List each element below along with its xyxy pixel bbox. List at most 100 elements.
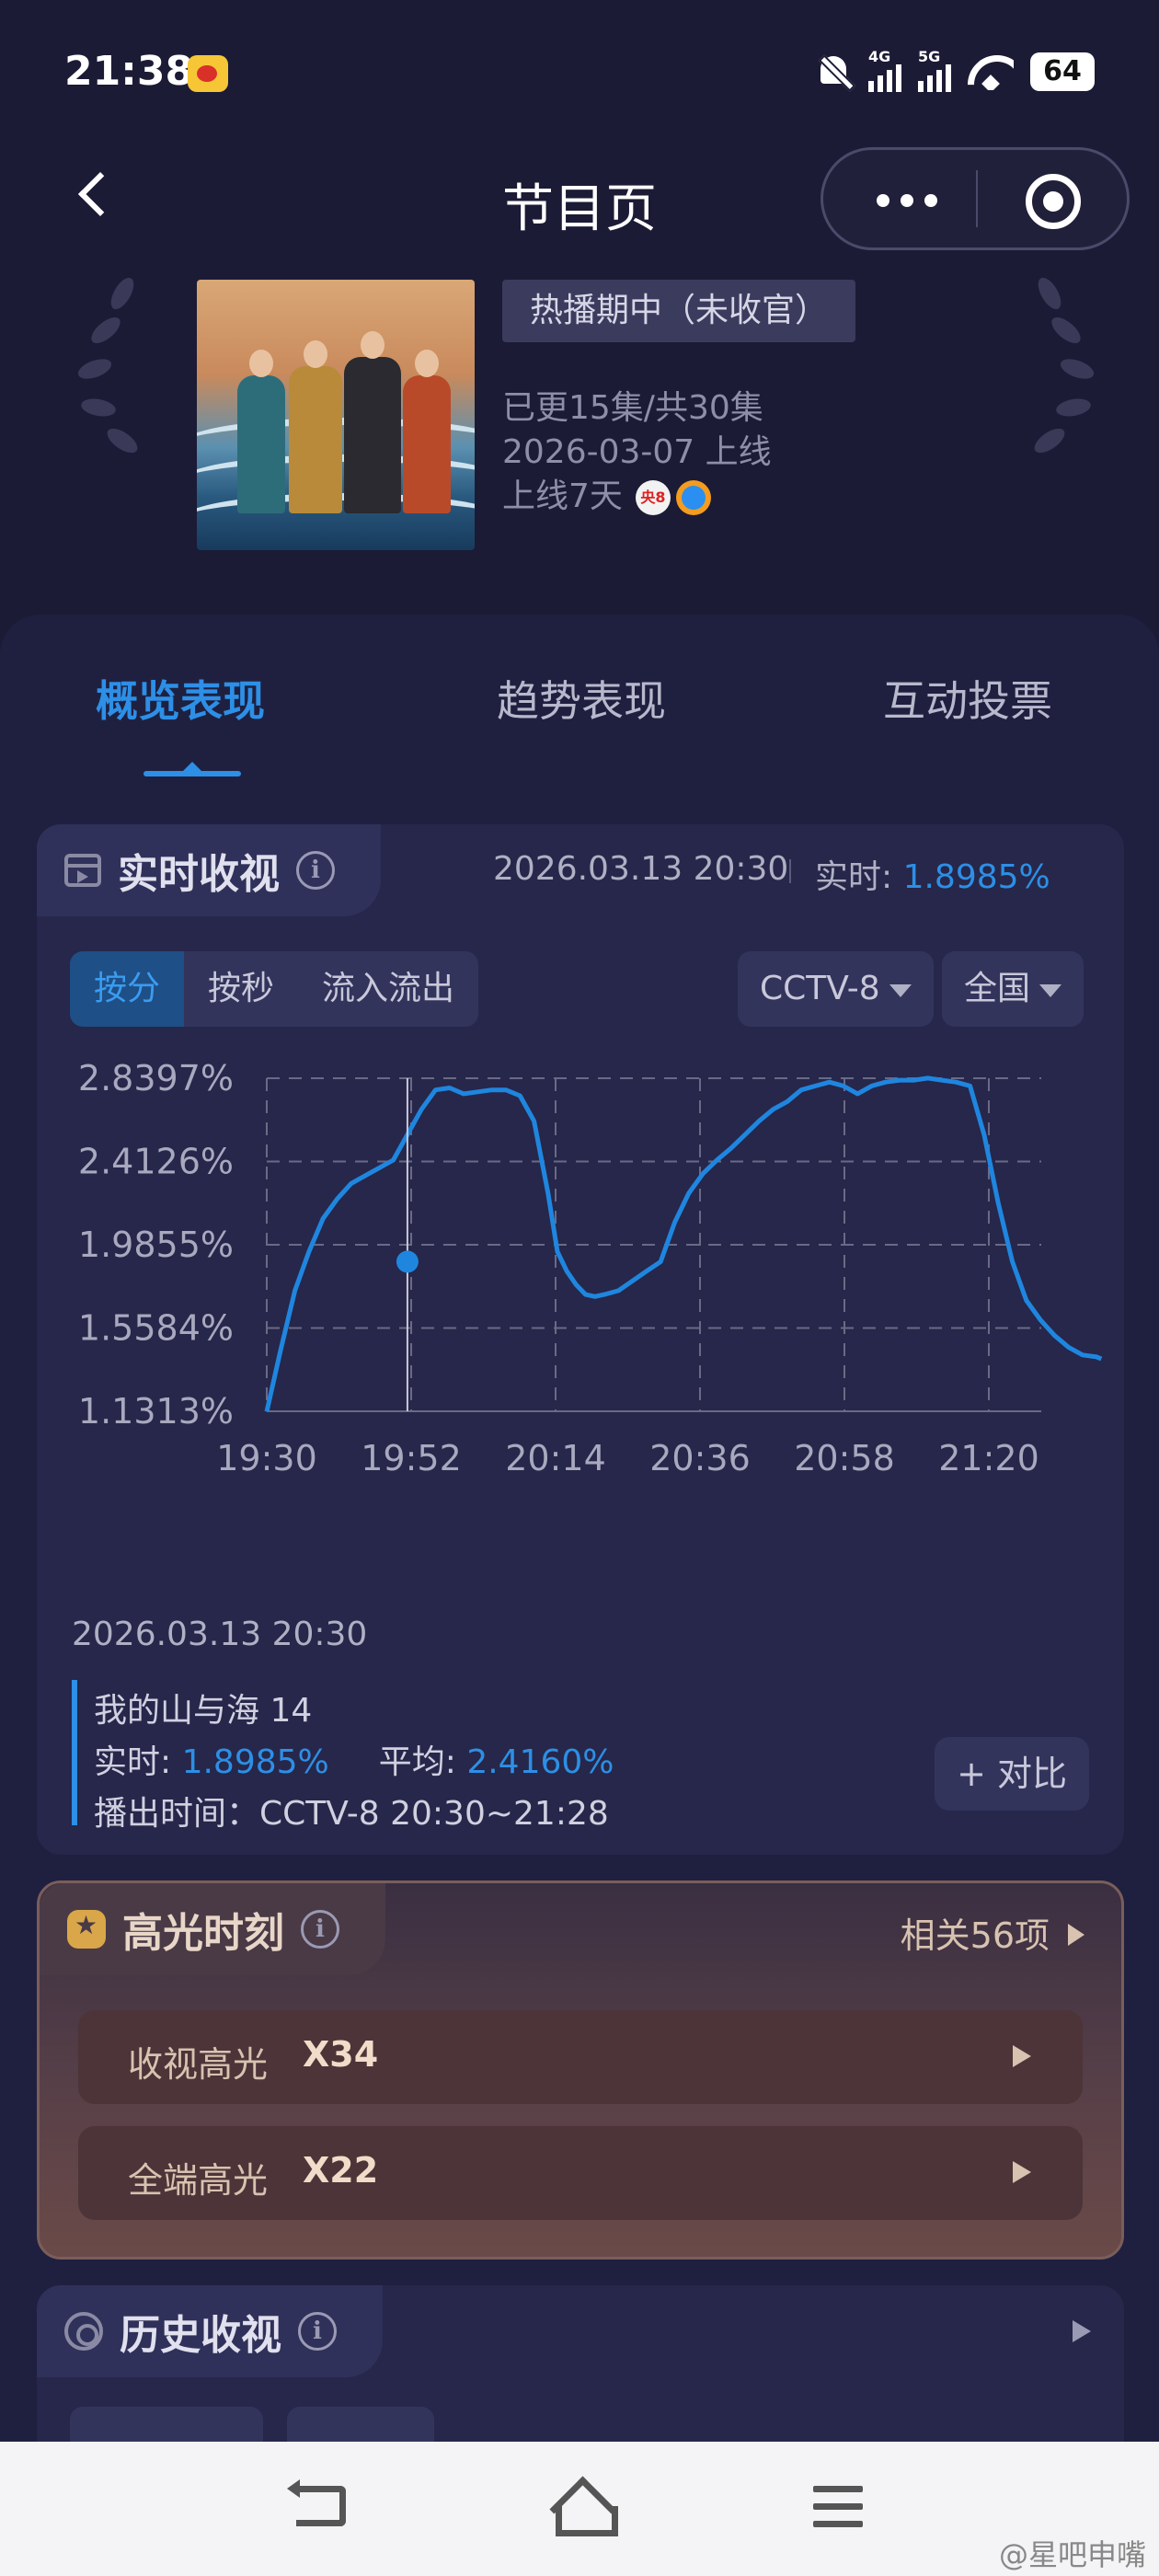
highlight-value: X34	[303, 2034, 379, 2075]
channel-dropdown-label: CCTV-8	[760, 970, 880, 1007]
channel-dropdown[interactable]: CCTV-8	[738, 951, 934, 1027]
battery-icon: 64	[1030, 52, 1095, 91]
bell-muted-icon	[815, 52, 852, 91]
system-back-icon[interactable]	[287, 2479, 346, 2526]
realtime-current-label: 实时:	[815, 858, 903, 896]
nav-bar: 节目页	[0, 147, 1159, 258]
chart-svg: 2.8397% 2.4126% 1.9855% 1.5584% 1.1313% 19:30…	[78, 1058, 1103, 1478]
realtime-chart[interactable]: 2.8397% 2.4126% 1.9855% 1.5584% 1.1313% 19:30…	[37, 1045, 1124, 1542]
mode-segment: 按分 按秒 流入流出	[70, 951, 479, 1027]
highlight-row-ratings[interactable]: 收视高光 X34	[78, 2010, 1083, 2104]
signal-4g-icon: 4G	[868, 48, 901, 92]
realtime-card: 实时收视 i 2026.03.13 20:30 实时: 1.8985% 按分 按…	[37, 824, 1124, 1855]
film-icon	[64, 854, 101, 887]
highlights-more-label: 相关56项	[900, 1915, 1050, 1956]
highlights-more[interactable]: 相关56项	[901, 1907, 1084, 1958]
caret-down-icon	[1039, 984, 1062, 997]
mode-by-minute[interactable]: 按分	[70, 951, 185, 1027]
miniapp-capsule	[820, 147, 1130, 250]
realtime-current-value: 1.8985%	[902, 858, 1050, 896]
tab-overview[interactable]: 概览表现	[96, 668, 265, 729]
detail-now-value: 1.8985%	[181, 1743, 329, 1781]
signal-5g-icon: 5G	[918, 48, 951, 92]
watermark: @星吧申嘴	[998, 2537, 1146, 2572]
content-panel: 概览表现 趋势表现 互动投票 实时收视 i 2026.03.13 20:30 实…	[0, 615, 1159, 2576]
y-tick-label: 2.8397%	[78, 1058, 234, 1098]
x-tick-label: 21:20	[938, 1438, 1039, 1478]
capsule-divider	[976, 170, 978, 227]
compare-button[interactable]: + 对比	[935, 1737, 1089, 1811]
arrow-right-icon	[1068, 1924, 1084, 1946]
caret-down-icon	[889, 984, 912, 997]
days-online-row: 上线7天 央8	[502, 469, 711, 517]
highlights-header: 高光时刻 i	[40, 1883, 385, 1975]
history-header: 历史收视 i	[37, 2285, 383, 2377]
system-nav-bar	[0, 2442, 1159, 2576]
x-tick-label: 19:52	[361, 1438, 462, 1478]
laurel-right-icon	[1003, 274, 1104, 469]
star-badge-icon	[67, 1910, 106, 1949]
realtime-current: 实时: 1.8985%	[815, 850, 1050, 898]
more-dots-icon[interactable]	[877, 194, 937, 207]
detail-now-label: 实时:	[94, 1743, 182, 1781]
mode-by-second[interactable]: 按秒	[184, 951, 298, 1027]
mode-flow[interactable]: 流入流出	[298, 951, 478, 1027]
tab-indicator	[143, 762, 241, 776]
status-bar: 21:38 4G 5G 64	[0, 0, 1159, 156]
info-icon[interactable]: i	[296, 851, 335, 890]
highlight-label: 收视高光	[128, 2044, 269, 2085]
realtime-datetime: 2026.03.13 20:30	[493, 850, 789, 888]
signal-4g-label: 4G	[868, 48, 891, 65]
tab-vote[interactable]: 互动投票	[883, 668, 1052, 729]
realtime-title: 实时收视	[118, 851, 280, 898]
highlight-row-all-platforms[interactable]: 全端高光 X22	[78, 2126, 1083, 2220]
region-dropdown[interactable]: 全国	[942, 951, 1084, 1027]
detail-values: 实时: 1.8985% 平均: 2.4160%	[94, 1735, 614, 1783]
status-tag: 热播期中（未收官）	[502, 280, 856, 342]
platform-app-icon	[675, 480, 711, 515]
days-online: 上线7天	[502, 477, 623, 515]
realtime-header: 实时收视 i	[37, 824, 381, 916]
status-icons: 4G 5G 64	[815, 48, 1095, 92]
highlights-title: 高光时刻	[122, 1910, 284, 1957]
history-title: 历史收视	[120, 2312, 281, 2359]
system-home-icon[interactable]	[550, 2482, 618, 2536]
x-tick-label: 20:36	[649, 1438, 751, 1478]
highlight-label: 全端高光	[128, 2160, 269, 2201]
x-tick-label: 19:30	[216, 1438, 317, 1478]
tab-bar: 概览表现 趋势表现 互动投票	[0, 615, 1159, 776]
episodes-info: 已更15集/共30集	[502, 389, 763, 427]
arrow-right-icon	[1013, 2161, 1031, 2183]
header-divider	[789, 859, 791, 883]
x-tick-label: 20:14	[505, 1438, 606, 1478]
close-target-icon[interactable]	[1026, 174, 1081, 229]
highlights-card: 高光时刻 i 相关56项 收视高光 X34 全端高光 X22	[37, 1880, 1124, 2260]
program-poster[interactable]	[197, 280, 475, 550]
detail-date: 2026.03.13 20:30	[72, 1616, 368, 1653]
detail-avg-value: 2.4160%	[466, 1743, 614, 1781]
cctv8-icon: 央8	[635, 480, 671, 515]
y-tick-label: 1.5584%	[78, 1308, 234, 1349]
y-tick-label: 2.4126%	[78, 1142, 234, 1182]
wifi-icon	[968, 53, 1014, 90]
highlight-value: X22	[303, 2150, 379, 2191]
info-icon[interactable]: i	[298, 2312, 337, 2351]
y-tick-label: 1.9855%	[78, 1225, 234, 1265]
system-menu-icon[interactable]	[813, 2486, 863, 2528]
tab-trend[interactable]: 趋势表现	[497, 668, 666, 729]
history-reel-icon	[64, 2312, 103, 2351]
detail-program: 我的山与海 14	[94, 1692, 313, 1730]
x-tick-label: 20:58	[794, 1438, 895, 1478]
arrow-right-icon	[1013, 2045, 1031, 2067]
y-tick-label: 1.1313%	[78, 1391, 234, 1432]
laurel-left-icon	[68, 274, 169, 469]
weibo-icon	[188, 55, 228, 92]
premiere-info: 2026-03-07 上线	[502, 433, 772, 471]
region-dropdown-label: 全国	[964, 970, 1031, 1007]
detail-airtime: 播出时间：CCTV-8 20:30~21:28	[94, 1795, 609, 1833]
arrow-right-icon[interactable]	[1073, 2320, 1091, 2342]
cursor-point	[396, 1250, 419, 1273]
info-icon[interactable]: i	[301, 1910, 339, 1949]
detail-accent-bar	[72, 1680, 77, 1825]
detail-avg-label: 平均:	[378, 1743, 467, 1781]
